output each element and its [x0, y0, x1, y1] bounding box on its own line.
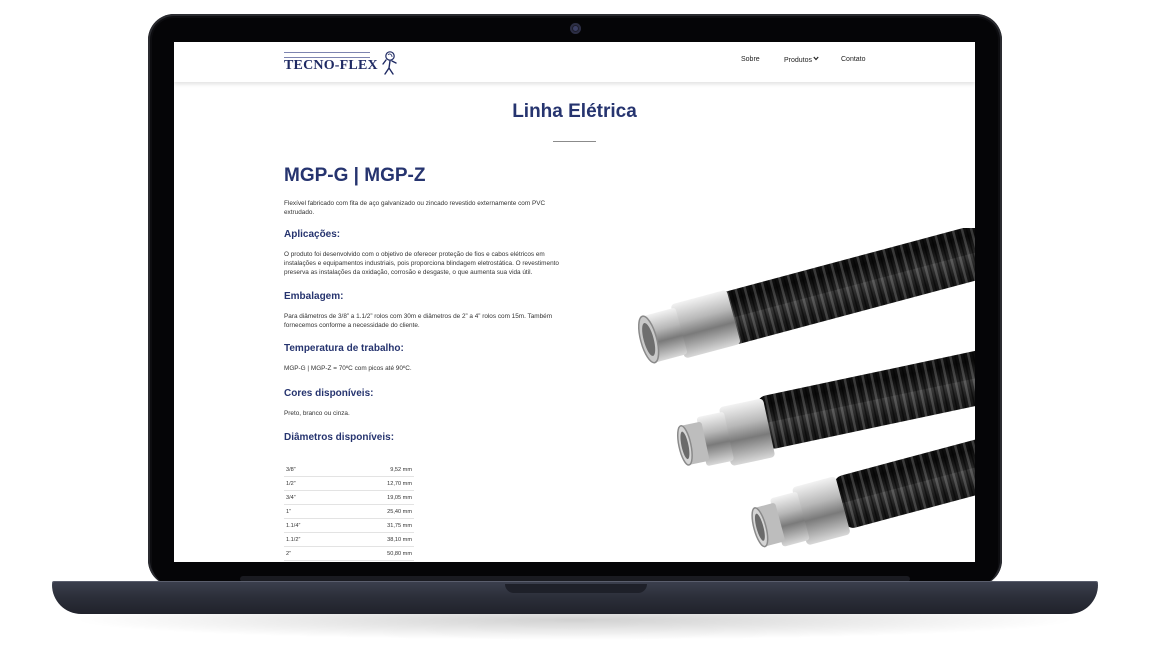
- section-heading-temperatura: Temperatura de trabalho:: [284, 343, 404, 354]
- diameter-size: 1/2”: [284, 476, 335, 491]
- product-description: Flexível fabricado com fita de aço galva…: [284, 200, 546, 216]
- section-heading-aplicacoes: Aplicações:: [284, 229, 341, 240]
- section-text-aplicacoes: O produto foi desenvolvido com o objetiv…: [284, 251, 559, 276]
- diameter-mm: 9,52 mm: [334, 463, 414, 477]
- diameter-size: 3/4”: [284, 490, 335, 505]
- diameter-mm: 25,40 mm: [334, 504, 414, 519]
- diameter-mm: 38,10 mm: [334, 532, 414, 547]
- table-row: 1.1/4” 31,75 mm: [284, 518, 414, 533]
- section-text-temperatura: MGP-G | MGP-Z = 70ºC com picos até 90ºC.: [284, 365, 412, 372]
- diameter-mm: 19,05 mm: [334, 490, 414, 505]
- laptop-notch: [505, 584, 647, 593]
- logo-text: TECNO-FLEX: [284, 58, 378, 73]
- chevron-down-icon: [813, 56, 819, 61]
- site-logo[interactable]: TECNO-FLEX: [284, 50, 398, 76]
- logo-figure-icon: [382, 51, 397, 75]
- table-row: 2” 50,80 mm: [284, 546, 414, 561]
- nav-item-produtos-label: Produtos: [784, 57, 813, 64]
- title-divider: [553, 141, 596, 142]
- diameter-size: 1.1/4”: [284, 518, 335, 533]
- section-heading-diametros: Diâmetros disponíveis:: [284, 432, 395, 443]
- nav-item-contato[interactable]: Contato: [841, 56, 866, 63]
- section-text-embalagem: Para diâmetros de 3/8” a 1.1/2” rolos co…: [284, 313, 553, 329]
- diameter-size: 3/8”: [284, 463, 335, 477]
- table-row: 1.1/2” 38,10 mm: [284, 532, 414, 547]
- nav-item-sobre[interactable]: Sobre: [741, 56, 760, 63]
- table-row: 1” 25,40 mm: [284, 504, 414, 519]
- product-content: MGP-G | MGP-Z Flexível fabricado com fit…: [284, 165, 569, 444]
- table-row: 3/4” 19,05 mm: [284, 490, 414, 505]
- diameter-size: 1.1/2”: [284, 532, 335, 547]
- diameter-size: 2”: [284, 546, 335, 561]
- diameter-mm: 31,75 mm: [334, 518, 414, 533]
- diameter-mm: 12,70 mm: [334, 476, 414, 491]
- site-header: TECNO-FLEX Sobre Produtos Contato: [174, 42, 975, 82]
- product-title: MGP-G | MGP-Z: [284, 165, 426, 186]
- diameters-table: 3/8” 9,52 mm 1/2” 12,70 mm 3/4” 19,05 mm 1”…: [284, 463, 414, 561]
- nav-item-produtos[interactable]: Produtos: [784, 56, 819, 64]
- product-photo-conduits: [637, 228, 975, 548]
- section-heading-cores: Cores disponíveis:: [284, 388, 374, 399]
- table-row: 1/2” 12,70 mm: [284, 476, 414, 491]
- diameter-mm: 50,80 mm: [334, 546, 414, 561]
- section-heading-embalagem: Embalagem:: [284, 291, 344, 302]
- table-row: 3/8” 9,52 mm: [284, 463, 414, 477]
- diameter-size: 1”: [284, 504, 335, 519]
- laptop-screen: TECNO-FLEX Sobre Produtos Contato Linha …: [174, 42, 975, 562]
- section-text-cores: Preto, branco ou cinza.: [284, 410, 350, 417]
- webcam-icon: [570, 23, 581, 34]
- page-title: Linha Elétrica: [512, 101, 637, 122]
